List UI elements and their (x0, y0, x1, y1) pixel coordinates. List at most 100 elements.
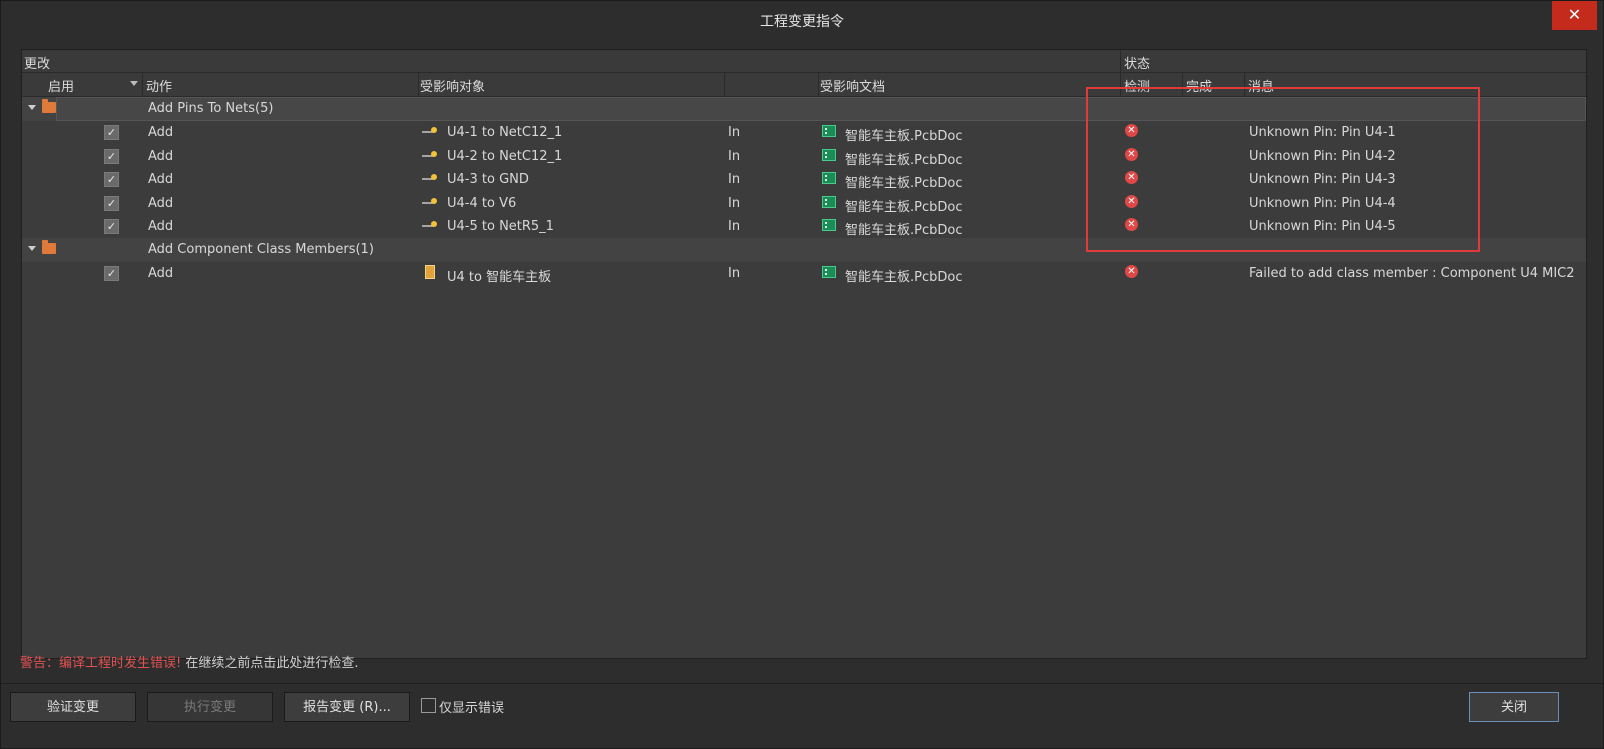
affected-document-cell: 智能车主板.PcbDoc (845, 270, 963, 285)
header-status: 状态 (1124, 57, 1151, 72)
direction-cell: In (728, 196, 741, 211)
column-divider[interactable] (418, 73, 419, 96)
enable-checkbox[interactable]: ✓ (104, 219, 119, 234)
direction-cell: In (728, 149, 741, 164)
collapse-icon[interactable] (28, 105, 36, 110)
table-row[interactable]: ✓ Add U4-2 to NetC12_1 In 智能车主板.PcbDoc ✕… (22, 145, 1586, 169)
column-header-row: 启用 动作 受影响对象 受影响文档 检测 完成 消息 (22, 73, 1586, 97)
message-cell: Unknown Pin: Pin U4-5 (1249, 219, 1396, 234)
affected-document-cell: 智能车主板.PcbDoc (845, 200, 963, 215)
window-title: 工程变更指令 (760, 14, 844, 30)
error-icon: ✕ (1125, 171, 1138, 184)
error-icon: ✕ (1125, 124, 1138, 137)
table-row[interactable]: ✓ Add U4-5 to NetR5_1 In 智能车主板.PcbDoc ✕ … (22, 215, 1586, 239)
only-show-errors-checkbox[interactable] (421, 698, 436, 713)
enable-checkbox[interactable]: ✓ (104, 149, 119, 164)
pin-icon (422, 127, 437, 133)
component-icon (425, 265, 435, 279)
error-icon: ✕ (1125, 218, 1138, 231)
col-done[interactable]: 完成 (1186, 76, 1212, 95)
report-changes-button[interactable]: 报告变更 (R)... (284, 692, 410, 722)
col-message[interactable]: 消息 (1248, 76, 1274, 95)
warning-check-link[interactable]: 在继续之前点击此处进行检查. (185, 656, 358, 671)
table-row[interactable]: ✓ Add U4-3 to GND In 智能车主板.PcbDoc ✕ Unkn… (22, 168, 1586, 192)
collapse-icon[interactable] (28, 246, 36, 251)
execute-changes-button[interactable]: 执行变更 (147, 692, 273, 722)
validate-changes-button[interactable]: 验证变更 (10, 692, 136, 722)
table-row[interactable]: ✓ Add U4-1 to NetC12_1 In 智能车主板.PcbDoc ✕… (22, 121, 1586, 145)
affected-document-cell: 智能车主板.PcbDoc (845, 223, 963, 238)
close-button[interactable]: 关闭 (1469, 692, 1559, 722)
pcb-document-icon (822, 219, 836, 231)
message-cell: Unknown Pin: Pin U4-4 (1249, 196, 1396, 211)
col-action[interactable]: 动作 (146, 76, 172, 95)
group-row-frame (56, 97, 1586, 121)
error-icon: ✕ (1125, 148, 1138, 161)
column-divider[interactable] (1244, 73, 1245, 96)
ecn-dialog: 工程变更指令 ✕ 更改 状态 启用 动作 受影响对象 受影响文档 检测 完成 消… (0, 0, 1604, 749)
enable-checkbox[interactable]: ✓ (104, 125, 119, 140)
enable-checkbox[interactable]: ✓ (104, 172, 119, 187)
col-check[interactable]: 检测 (1124, 76, 1150, 95)
action-cell: Add (148, 196, 174, 211)
header-divider (1120, 50, 1121, 72)
column-divider[interactable] (1120, 73, 1121, 96)
group-row-add-component-class-members[interactable]: Add Component Class Members(1) (22, 238, 1586, 262)
enable-checkbox[interactable]: ✓ (104, 266, 119, 281)
pcb-document-icon (822, 172, 836, 184)
error-icon: ✕ (1125, 195, 1138, 208)
affected-document-cell: 智能车主板.PcbDoc (845, 153, 963, 168)
direction-cell: In (728, 219, 741, 234)
col-affected-document[interactable]: 受影响文档 (820, 76, 885, 95)
pin-icon (422, 221, 437, 227)
affected-object-cell: U4-2 to NetC12_1 (447, 149, 563, 164)
affected-document-cell: 智能车主板.PcbDoc (845, 176, 963, 191)
error-icon: ✕ (1125, 265, 1138, 278)
message-cell: Failed to add class member : Component U… (1249, 266, 1575, 281)
title-bar: 工程变更指令 ✕ (1, 1, 1603, 39)
action-cell: Add (148, 149, 174, 164)
folder-icon (42, 99, 56, 113)
pcb-document-icon (822, 149, 836, 161)
enable-checkbox[interactable]: ✓ (104, 196, 119, 211)
footer-divider (1, 683, 1603, 684)
group-label: Add Component Class Members(1) (148, 242, 374, 257)
pin-icon (422, 198, 437, 204)
changes-grid: 更改 状态 启用 动作 受影响对象 受影响文档 检测 完成 消息 Add Pin… (21, 49, 1587, 659)
pcb-document-icon (822, 196, 836, 208)
sort-down-icon[interactable] (130, 81, 138, 86)
action-cell: Add (148, 125, 174, 140)
table-row[interactable]: ✓ Add U4 to 智能车主板 In 智能车主板.PcbDoc ✕ Fail… (22, 262, 1586, 286)
warning-text: 警告：编译工程时发生错误! (20, 656, 182, 671)
message-cell: Unknown Pin: Pin U4-1 (1249, 125, 1396, 140)
group-row-add-pins[interactable]: Add Pins To Nets(5) (22, 97, 1586, 121)
affected-object-cell: U4-1 to NetC12_1 (447, 125, 563, 140)
direction-cell: In (728, 125, 741, 140)
direction-cell: In (728, 172, 741, 187)
col-affected-object[interactable]: 受影响对象 (420, 76, 485, 95)
column-divider[interactable] (142, 73, 143, 96)
column-divider[interactable] (1182, 73, 1183, 96)
group-label: Add Pins To Nets(5) (148, 101, 274, 116)
affected-object-cell: U4-5 to NetR5_1 (447, 219, 554, 234)
table-row[interactable]: ✓ Add U4-4 to V6 In 智能车主板.PcbDoc ✕ Unkno… (22, 192, 1586, 216)
pcb-document-icon (822, 125, 836, 137)
only-show-errors-label[interactable]: 仅显示错误 (439, 697, 504, 716)
group-header-row: 更改 状态 (22, 50, 1586, 73)
message-cell: Unknown Pin: Pin U4-3 (1249, 172, 1396, 187)
close-window-button[interactable]: ✕ (1552, 1, 1597, 30)
action-cell: Add (148, 266, 174, 281)
column-divider[interactable] (724, 73, 725, 96)
compile-warning: 警告：编译工程时发生错误! 在继续之前点击此处进行检查. (20, 652, 359, 671)
header-changes: 更改 (24, 57, 51, 72)
pcb-document-icon (822, 266, 836, 278)
direction-cell: In (728, 266, 741, 281)
col-enable[interactable]: 启用 (48, 76, 74, 95)
folder-icon (42, 240, 56, 254)
affected-object-cell: U4-4 to V6 (447, 196, 517, 211)
action-cell: Add (148, 172, 174, 187)
affected-object-cell: U4-3 to GND (447, 172, 529, 187)
affected-object-cell: U4 to 智能车主板 (447, 270, 552, 285)
column-divider[interactable] (818, 73, 819, 96)
action-cell: Add (148, 219, 174, 234)
